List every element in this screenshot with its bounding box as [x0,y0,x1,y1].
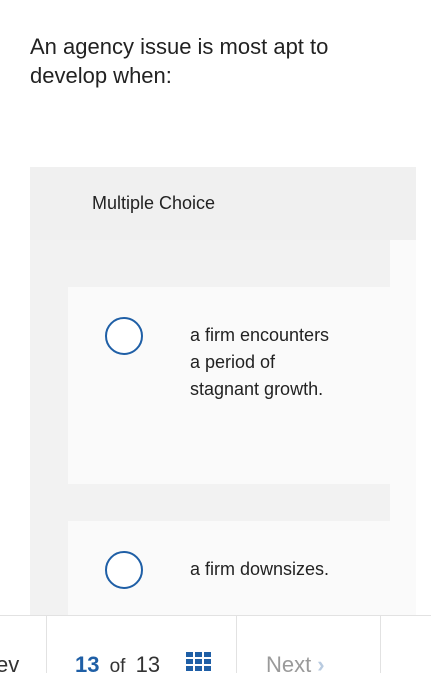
question-text: An agency issue is most apt to develop w… [30,34,329,88]
option-label: a firm downsizes. [190,559,330,579]
page: An agency issue is most apt to develop w… [0,0,431,673]
answer-option-2[interactable]: a firm downsizes. [68,521,416,615]
grid-icon[interactable] [186,652,212,673]
radio-button[interactable] [105,317,143,355]
chevron-right-icon: › [317,652,325,673]
navigation-bar: Prev 13 of 13 Next› [0,615,431,673]
total-pages: 13 [135,652,161,673]
prev-button[interactable]: Prev [0,652,19,673]
page-indicator[interactable]: 13 of 13 [75,652,160,673]
next-label: Next [266,652,312,673]
next-button[interactable]: Next › [266,652,325,673]
divider [46,616,47,673]
option-label: a firm encounters a period of stagnant g… [190,325,330,399]
answer-option-1[interactable]: a firm encounters a period of stagnant g… [68,287,416,484]
multiple-choice-card: Multiple Choice a firm encounters a peri… [30,167,416,615]
of-label: of [109,656,126,673]
divider [236,616,237,673]
question-type-label: Multiple Choice [30,167,416,240]
current-page: 13 [75,652,100,673]
divider [380,616,381,673]
radio-button[interactable] [105,551,143,589]
options-list: a firm encounters a period of stagnant g… [30,240,416,615]
